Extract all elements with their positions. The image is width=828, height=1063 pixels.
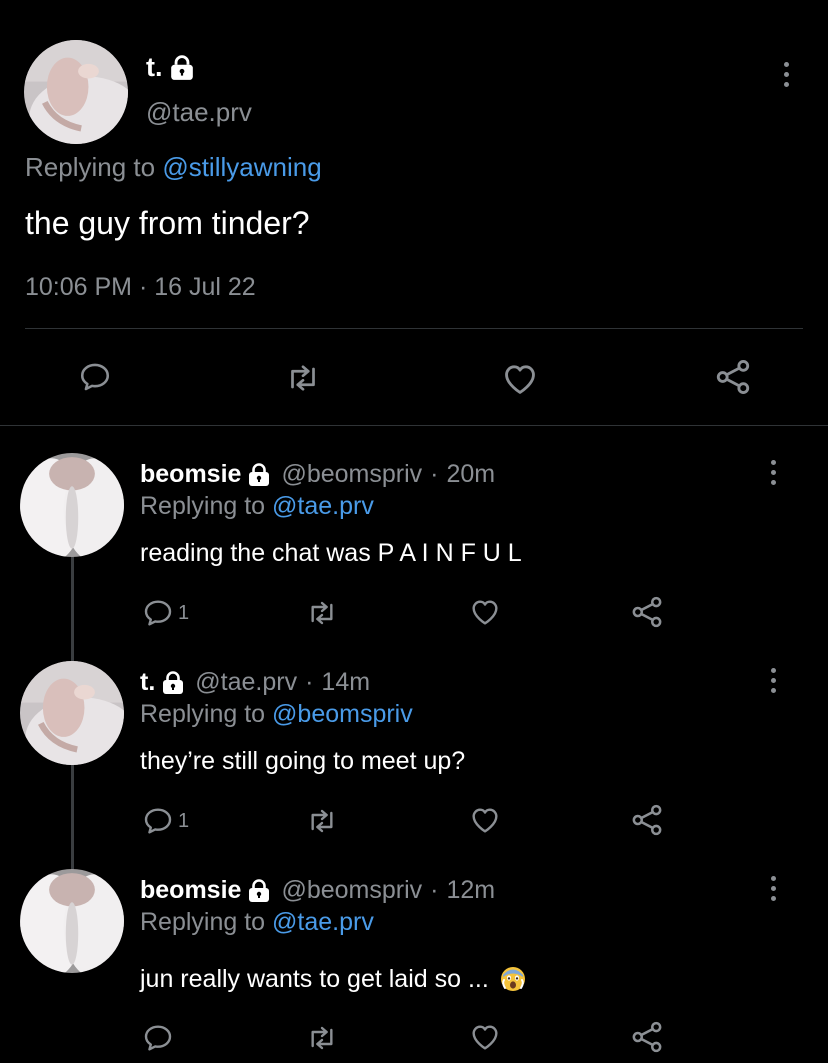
retweet-icon <box>285 360 321 396</box>
like-icon <box>469 804 501 836</box>
main-tweet-text: the guy from tinder? <box>25 205 310 241</box>
reply-replying-to: Replying to @beomspriv <box>140 700 413 729</box>
reply-time: 14m <box>321 668 371 696</box>
reply-icon <box>142 597 174 629</box>
retweet-icon <box>306 805 338 837</box>
thread-line <box>71 765 74 871</box>
retweet-button[interactable] <box>285 360 321 396</box>
share-button[interactable] <box>630 803 664 837</box>
more-icon[interactable] <box>767 668 779 693</box>
reply-button[interactable]: 1 <box>142 597 189 629</box>
reply-author-name[interactable]: beomsie <box>140 876 241 905</box>
divider <box>0 425 828 426</box>
time-separator: · <box>430 876 439 904</box>
replying-handle-link[interactable]: @tae.prv <box>272 908 374 936</box>
lock-icon <box>247 463 271 487</box>
replying-handle-link[interactable]: @stillyawning <box>162 152 321 182</box>
share-button[interactable] <box>630 1020 664 1054</box>
retweet-icon <box>306 1022 338 1054</box>
more-icon[interactable] <box>767 876 779 901</box>
main-tweet-author[interactable]: t. <box>146 52 195 83</box>
retweet-button[interactable] <box>306 805 338 837</box>
reply-replying-to: Replying to @tae.prv <box>140 492 374 521</box>
main-tweet-name[interactable]: t. <box>146 52 163 83</box>
reply-time: 20m <box>446 460 496 488</box>
reply-icon <box>142 805 174 837</box>
divider <box>25 328 803 329</box>
reply-header: beomsie @beomspriv · 20m <box>140 460 495 489</box>
reply-handle[interactable]: @tae.prv <box>195 668 297 697</box>
thread-line <box>71 556 74 662</box>
time-separator: · <box>430 460 439 488</box>
lock-icon <box>161 671 185 695</box>
reply-button[interactable] <box>78 360 112 394</box>
reply-avatar[interactable] <box>20 453 124 557</box>
like-button[interactable] <box>469 596 501 628</box>
reply-text-row: jun really wants to get laid so ... <box>140 965 526 994</box>
reply-handle[interactable]: @beomspriv <box>281 460 422 489</box>
replying-prefix: Replying to <box>25 152 156 182</box>
share-icon <box>630 595 664 629</box>
reply-author-name[interactable]: beomsie <box>140 460 241 489</box>
time-separator: · <box>305 668 314 696</box>
reply-count: 1 <box>178 601 190 624</box>
lock-icon <box>247 879 271 903</box>
reply-count: 1 <box>178 809 190 832</box>
share-button[interactable] <box>714 358 752 396</box>
reply-button[interactable]: 1 <box>142 805 189 837</box>
reply-text: they’re still going to meet up? <box>140 747 466 775</box>
reply-replying-to: Replying to @tae.prv <box>140 908 374 937</box>
main-tweet-handle[interactable]: @tae.prv <box>146 97 252 128</box>
like-icon <box>469 1021 501 1053</box>
share-button[interactable] <box>630 595 664 629</box>
retweet-icon <box>306 597 338 629</box>
share-icon <box>630 803 664 837</box>
reply-button[interactable] <box>142 1022 174 1054</box>
reply-author-name[interactable]: t. <box>140 668 155 697</box>
more-icon[interactable] <box>767 460 779 485</box>
replying-prefix: Replying to <box>140 492 266 520</box>
reply-handle[interactable]: @beomspriv <box>281 876 422 905</box>
reply-icon <box>142 1022 174 1054</box>
lock-icon <box>169 55 195 81</box>
more-icon[interactable] <box>780 62 792 87</box>
reply-header: t. @tae.prv · 14m <box>140 668 370 697</box>
reply-avatar[interactable] <box>20 869 124 973</box>
main-tweet-replying-to: Replying to @stillyawning <box>25 152 322 183</box>
reply-time: 12m <box>446 876 496 904</box>
like-button[interactable] <box>501 360 539 398</box>
like-icon <box>501 360 539 398</box>
replying-prefix: Replying to <box>140 700 266 728</box>
replying-handle-link[interactable]: @beomspriv <box>272 700 413 728</box>
like-icon <box>469 596 501 628</box>
retweet-button[interactable] <box>306 597 338 629</box>
like-button[interactable] <box>469 804 501 836</box>
main-tweet-timestamp[interactable]: 10:06 PM · 16 Jul 22 <box>25 273 256 302</box>
reply-header: beomsie @beomspriv · 12m <box>140 876 495 905</box>
fearful-face-emoji <box>500 967 525 991</box>
reply-text: reading the chat was P A I N F U L <box>140 539 522 567</box>
reply-icon <box>78 360 112 394</box>
replying-prefix: Replying to <box>140 908 266 936</box>
main-tweet-avatar[interactable] <box>24 40 128 144</box>
reply-avatar[interactable] <box>20 661 124 765</box>
retweet-button[interactable] <box>306 1022 338 1054</box>
share-icon <box>630 1020 664 1054</box>
replying-handle-link[interactable]: @tae.prv <box>272 492 374 520</box>
share-icon <box>714 358 752 396</box>
like-button[interactable] <box>469 1021 501 1053</box>
reply-text: jun really wants to get laid so ... <box>140 965 489 993</box>
